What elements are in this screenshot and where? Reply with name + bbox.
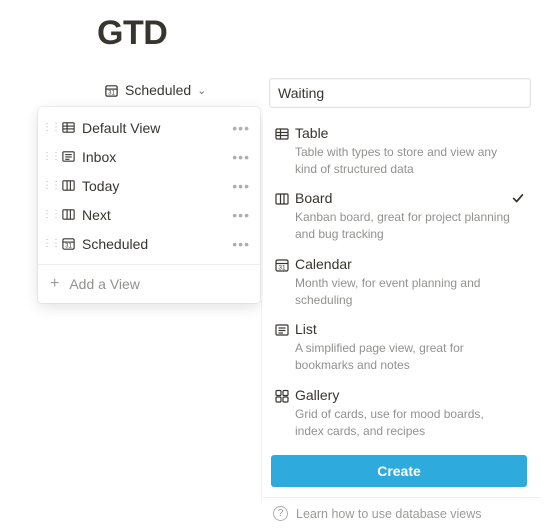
view-item-label: Today xyxy=(82,178,232,194)
board-icon xyxy=(58,178,78,193)
calendar-icon: 31 xyxy=(271,255,293,273)
current-view-chip[interactable]: 31 Scheduled ⌄ xyxy=(104,82,206,98)
board-icon xyxy=(271,189,293,207)
view-type-gallery[interactable]: Gallery Grid of cards, use for mood boar… xyxy=(263,380,541,445)
chevron-down-icon: ⌄ xyxy=(197,84,206,97)
option-name: Board xyxy=(295,189,511,208)
help-icon: ? xyxy=(273,506,288,521)
more-icon[interactable]: ••• xyxy=(232,120,250,136)
view-item-label: Next xyxy=(82,207,232,223)
view-item-next[interactable]: ⋮⋮ Next ••• xyxy=(38,200,260,229)
gallery-icon xyxy=(271,386,293,404)
plus-icon: + xyxy=(50,276,59,292)
option-desc: Kanban board, great for project planning… xyxy=(295,209,511,243)
check-icon xyxy=(511,255,529,257)
column-divider xyxy=(261,300,262,504)
calendar-icon: 31 xyxy=(104,83,119,98)
more-icon[interactable]: ••• xyxy=(232,207,250,223)
view-item-today[interactable]: ⋮⋮ Today ••• xyxy=(38,171,260,200)
view-item-inbox[interactable]: ⋮⋮ Inbox ••• xyxy=(38,142,260,171)
table-icon xyxy=(271,124,293,142)
help-link[interactable]: ? Learn how to use database views xyxy=(263,497,541,531)
view-item-scheduled[interactable]: ⋮⋮ 31 Scheduled ••• xyxy=(38,229,260,258)
create-view-panel: Table Table with types to store and view… xyxy=(263,72,541,531)
view-name-input[interactable] xyxy=(269,78,531,108)
create-button[interactable]: Create xyxy=(271,455,527,487)
option-name: List xyxy=(295,320,511,339)
board-icon xyxy=(58,207,78,222)
view-type-list[interactable]: List A simplified page view, great for b… xyxy=(263,314,541,379)
page-title: GTD xyxy=(97,14,167,53)
view-type-calendar[interactable]: 31 Calendar Month view, for event planni… xyxy=(263,249,541,314)
view-type-table[interactable]: Table Table with types to store and view… xyxy=(263,118,541,183)
check-icon xyxy=(511,124,529,126)
drag-handle-icon[interactable]: ⋮⋮ xyxy=(46,122,56,133)
more-icon[interactable]: ••• xyxy=(232,178,250,194)
table-icon xyxy=(58,120,78,135)
view-item-label: Default View xyxy=(82,120,232,136)
check-icon xyxy=(511,189,529,205)
view-item-default[interactable]: ⋮⋮ Default View ••• xyxy=(38,113,260,142)
option-name: Calendar xyxy=(295,255,511,274)
view-type-board[interactable]: Board Kanban board, great for project pl… xyxy=(263,183,541,248)
check-icon xyxy=(511,386,529,388)
calendar-icon: 31 xyxy=(58,236,78,251)
svg-text:31: 31 xyxy=(65,243,72,250)
drag-handle-icon[interactable]: ⋮⋮ xyxy=(46,180,56,191)
svg-text:31: 31 xyxy=(278,264,286,271)
more-icon[interactable]: ••• xyxy=(232,149,250,165)
option-name: Gallery xyxy=(295,386,511,405)
add-view-button[interactable]: + Add a View xyxy=(38,265,260,303)
add-view-label: Add a View xyxy=(69,276,140,292)
view-item-label: Inbox xyxy=(82,149,232,165)
list-icon xyxy=(271,320,293,338)
option-name: Table xyxy=(295,124,511,143)
more-icon[interactable]: ••• xyxy=(232,236,250,252)
drag-handle-icon[interactable]: ⋮⋮ xyxy=(46,209,56,220)
option-desc: A simplified page view, great for bookma… xyxy=(295,340,511,374)
option-desc: Grid of cards, use for mood boards, inde… xyxy=(295,406,511,440)
views-popover: ⋮⋮ Default View ••• ⋮⋮ Inbox ••• ⋮⋮ Toda… xyxy=(38,107,260,303)
view-item-label: Scheduled xyxy=(82,236,232,252)
option-desc: Month view, for event planning and sched… xyxy=(295,275,511,309)
list-icon xyxy=(58,149,78,164)
check-icon xyxy=(511,320,529,322)
current-view-label: Scheduled xyxy=(125,82,191,98)
help-label: Learn how to use database views xyxy=(296,507,482,521)
option-desc: Table with types to store and view any k… xyxy=(295,144,511,178)
drag-handle-icon[interactable]: ⋮⋮ xyxy=(46,151,56,162)
drag-handle-icon[interactable]: ⋮⋮ xyxy=(46,238,56,249)
svg-text:31: 31 xyxy=(108,89,115,96)
